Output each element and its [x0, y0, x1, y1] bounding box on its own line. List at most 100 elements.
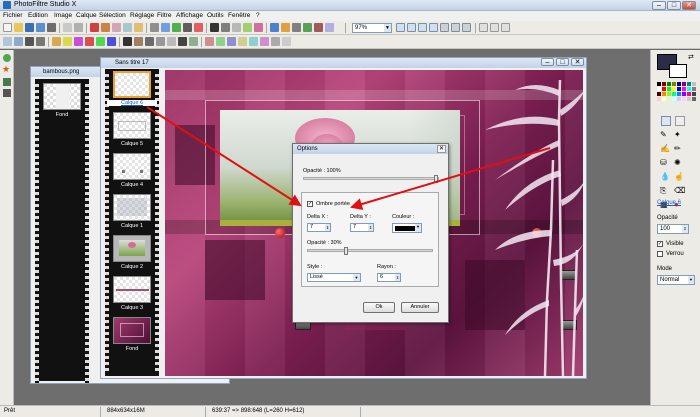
- emboss-icon[interactable]: [178, 37, 187, 46]
- radius-input[interactable]: 6 ⇕: [377, 273, 401, 282]
- current-layer-name[interactable]: Calque 6: [657, 200, 681, 206]
- cut-icon[interactable]: [112, 23, 121, 32]
- sharpen-icon[interactable]: [167, 37, 176, 46]
- brush-icon[interactable]: ✍: [660, 144, 670, 153]
- palette-swatch[interactable]: [687, 82, 691, 86]
- menu-selection[interactable]: Sélection: [99, 12, 126, 19]
- tile-icon[interactable]: [451, 23, 460, 32]
- redo-icon[interactable]: [101, 23, 110, 32]
- palette-swatch[interactable]: [682, 82, 686, 86]
- palette-swatch[interactable]: [667, 92, 671, 96]
- scan-icon[interactable]: [63, 23, 72, 32]
- eraser-icon[interactable]: ⌫: [674, 186, 685, 195]
- rotate-180-icon[interactable]: [249, 37, 258, 46]
- minimize-button[interactable]: –: [652, 1, 666, 10]
- shadow-color-picker[interactable]: ▼: [392, 223, 422, 233]
- green-channel-icon[interactable]: [96, 37, 105, 46]
- visible-checkbox[interactable]: ✓: [657, 241, 663, 247]
- sepia-icon[interactable]: [134, 37, 143, 46]
- layer-thumb-calque3[interactable]: [113, 276, 151, 303]
- grayscale-icon[interactable]: [123, 37, 132, 46]
- flip-vertical-icon[interactable]: [216, 37, 225, 46]
- gradient-icon[interactable]: [292, 23, 301, 32]
- gamma-icon[interactable]: [63, 37, 72, 46]
- flip-icon[interactable]: [194, 23, 203, 32]
- transform-icon[interactable]: [314, 23, 323, 32]
- ok-button[interactable]: Ok: [363, 302, 395, 313]
- crop-icon[interactable]: [183, 23, 192, 32]
- open-folder-icon[interactable]: [14, 23, 23, 32]
- palette-swatch[interactable]: [682, 92, 686, 96]
- color-palette[interactable]: [657, 82, 699, 104]
- menu-fichier[interactable]: Fichier: [3, 12, 23, 19]
- shadow-checkbox[interactable]: ✓: [307, 201, 313, 207]
- style-select[interactable]: Lissé ▼: [307, 273, 361, 282]
- palette-swatch[interactable]: [677, 87, 681, 91]
- menu-image[interactable]: Image: [54, 12, 72, 19]
- zoom-out-icon[interactable]: [407, 23, 416, 32]
- fill-icon[interactable]: [281, 23, 290, 32]
- image-size-icon[interactable]: [150, 23, 159, 32]
- shadow-opacity-slider[interactable]: [307, 247, 433, 255]
- palette-swatch[interactable]: [667, 97, 671, 101]
- menu-filtre[interactable]: Filtre: [157, 12, 171, 19]
- flip-horizontal-icon[interactable]: [205, 37, 214, 46]
- layer-thumb-calque4[interactable]: [113, 153, 151, 180]
- palette-swatch[interactable]: [692, 97, 696, 101]
- palette-swatch[interactable]: [672, 87, 676, 91]
- film-icon[interactable]: [3, 89, 11, 97]
- menu-calque[interactable]: Calque: [76, 12, 97, 19]
- rotate-270-icon[interactable]: [238, 37, 247, 46]
- blur-tool-icon[interactable]: 💧: [660, 172, 670, 181]
- delta-y-input[interactable]: 7 ⇕: [350, 223, 374, 232]
- palette-swatch[interactable]: [687, 92, 691, 96]
- menu-edition[interactable]: Edition: [28, 12, 48, 19]
- contrast-icon[interactable]: [36, 37, 45, 46]
- clone-icon[interactable]: ⎘: [660, 186, 666, 196]
- noise-icon[interactable]: [189, 37, 198, 46]
- background-color[interactable]: [669, 64, 687, 78]
- canvas-size-icon[interactable]: [161, 23, 170, 32]
- palette-swatch[interactable]: [687, 97, 691, 101]
- palette-swatch[interactable]: [657, 97, 661, 101]
- menu-fenetre[interactable]: Fenêtre: [228, 12, 250, 19]
- menu-help[interactable]: ?: [256, 12, 260, 19]
- saturation-icon[interactable]: [52, 37, 61, 46]
- actual-size-icon[interactable]: [418, 23, 427, 32]
- copy-icon[interactable]: [123, 23, 132, 32]
- fill-bucket-icon[interactable]: ⛁: [660, 158, 667, 167]
- full-screen-icon[interactable]: [440, 23, 449, 32]
- shadow-icon[interactable]: [282, 37, 291, 46]
- hue-icon[interactable]: [74, 37, 83, 46]
- palette-swatch[interactable]: [657, 82, 661, 86]
- brightness-icon[interactable]: [25, 37, 34, 46]
- fit-window-icon[interactable]: [429, 23, 438, 32]
- layer-opacity-slider[interactable]: [303, 175, 439, 183]
- palette-swatch[interactable]: [657, 92, 661, 96]
- delta-x-input[interactable]: 7 ⇕: [307, 223, 331, 232]
- palette-swatch[interactable]: [672, 92, 676, 96]
- camera-icon[interactable]: [74, 23, 83, 32]
- effects-icon[interactable]: [254, 23, 263, 32]
- plugin-icon[interactable]: [501, 23, 510, 32]
- shadow-opacity-knob[interactable]: [344, 247, 348, 255]
- text-icon[interactable]: [270, 23, 279, 32]
- palette-swatch[interactable]: [677, 82, 681, 86]
- close-button[interactable]: ✕: [682, 1, 696, 10]
- cancel-button[interactable]: Annuler: [401, 302, 439, 313]
- mirror-icon[interactable]: [260, 37, 269, 46]
- mask-icon[interactable]: [210, 23, 219, 32]
- rotate-90-icon[interactable]: [227, 37, 236, 46]
- zoom-select[interactable]: 97% ▼: [352, 23, 392, 33]
- layer-thumb-calque5[interactable]: [113, 112, 151, 139]
- help-icon[interactable]: [479, 23, 488, 32]
- spinner-icon[interactable]: ⇕: [325, 224, 330, 231]
- cascade-icon[interactable]: [462, 23, 471, 32]
- grid-icon[interactable]: [232, 23, 241, 32]
- blend-mode-select[interactable]: Normal ▼: [657, 275, 695, 285]
- preview-icon[interactable]: [325, 23, 334, 32]
- rotate-icon[interactable]: [243, 23, 252, 32]
- maximize-button[interactable]: □: [667, 1, 681, 10]
- selection-icon[interactable]: [303, 23, 312, 32]
- spinner-icon[interactable]: ⇕: [368, 224, 373, 231]
